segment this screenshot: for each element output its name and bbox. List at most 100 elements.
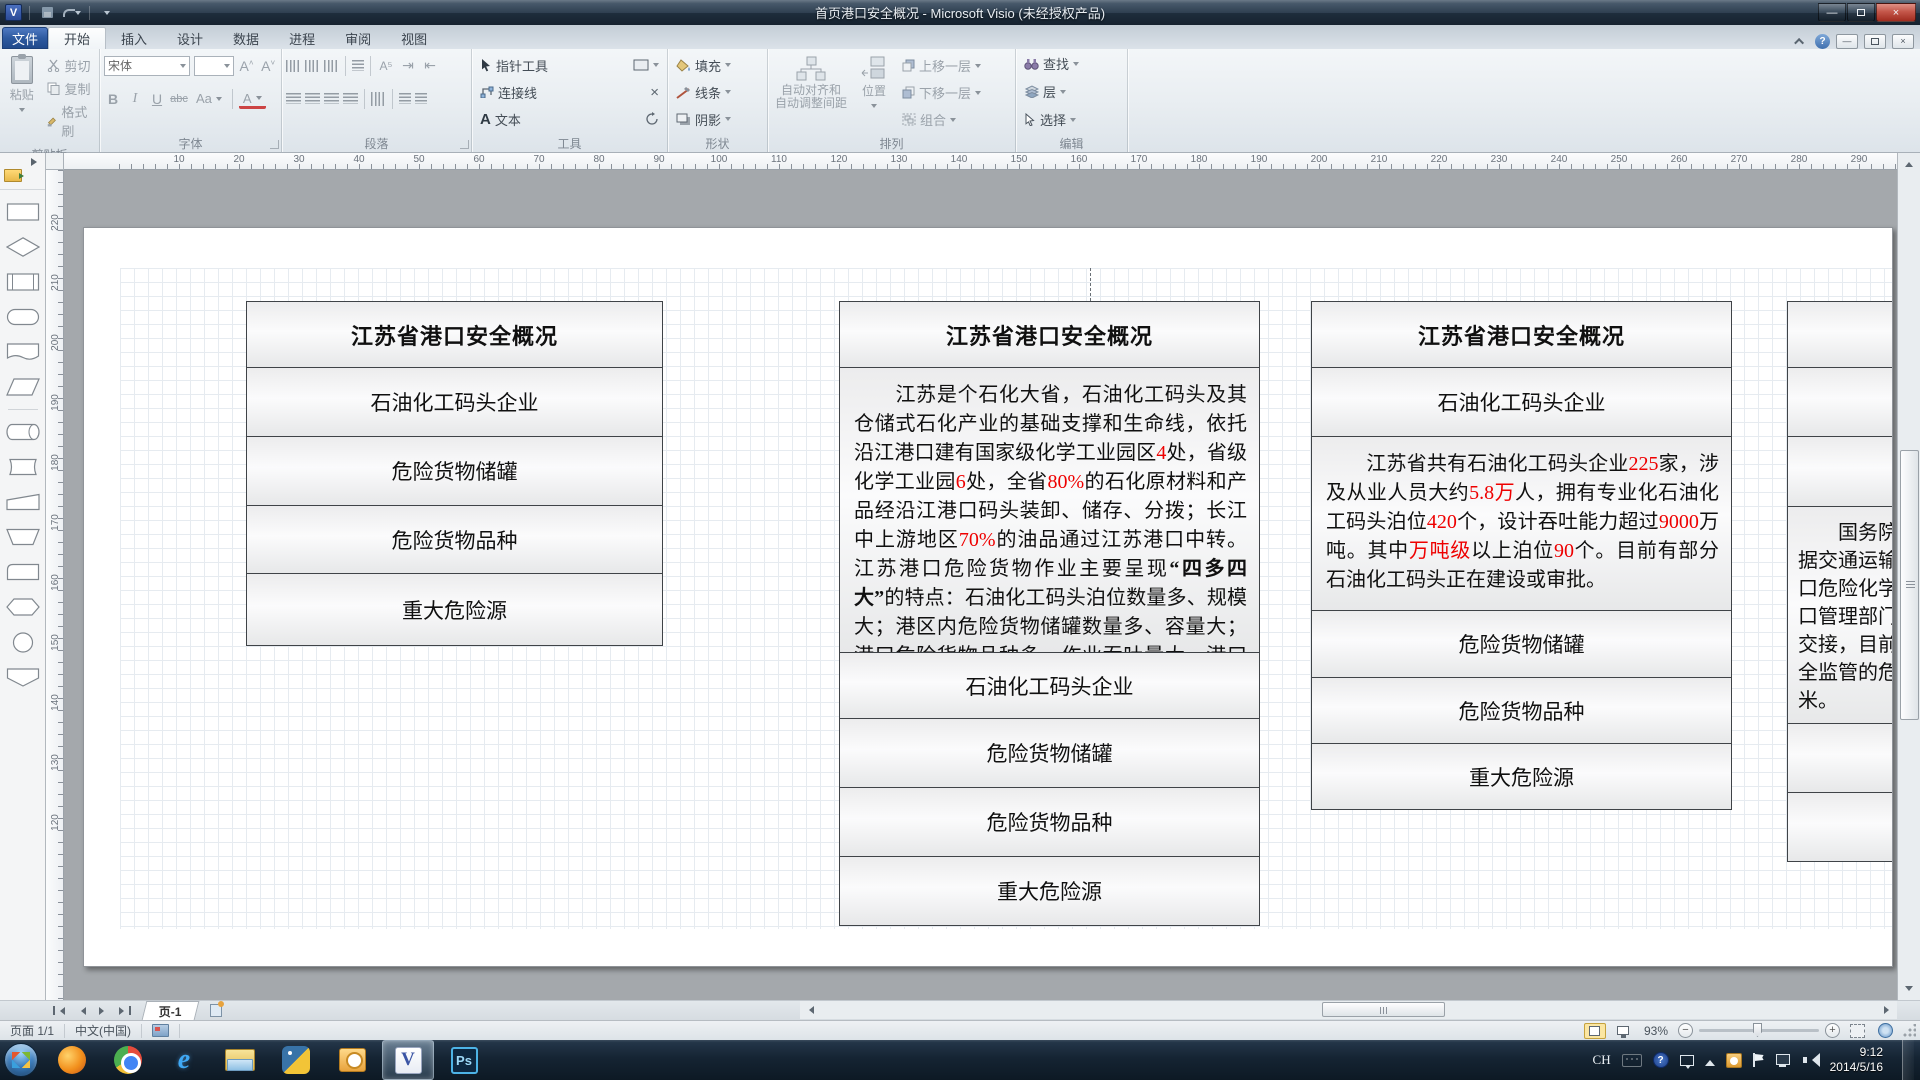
zoom-slider-thumb[interactable] <box>1753 1023 1762 1037</box>
align-right-icon[interactable] <box>324 93 339 104</box>
diagram-title-box[interactable]: 江苏省港口安全概况 <box>246 301 663 368</box>
change-case-button[interactable]: Aa <box>192 89 226 108</box>
find-button[interactable]: 查找 <box>1020 52 1123 75</box>
diagram-label-box[interactable]: 石油化工码头企业 <box>246 367 663 437</box>
diagram-label-box[interactable]: 危险货物储罐 <box>839 718 1260 788</box>
tab-设计[interactable]: 设计 <box>162 27 218 49</box>
pointer-tool-button[interactable]: 指针工具 <box>476 54 552 77</box>
connector-tool-button[interactable]: 连接线 <box>476 81 541 104</box>
grow-font-button[interactable]: A˄ <box>238 58 256 74</box>
diagram-empty-box[interactable] <box>1787 723 1893 793</box>
diagram-label-box[interactable]: 危险货物品种 <box>839 787 1260 857</box>
stencil-shape-corner-rect[interactable] <box>4 559 42 585</box>
doc-minimize-button[interactable]: — <box>1836 34 1858 49</box>
doc-restore-button[interactable] <box>1864 34 1886 49</box>
zoom-slider[interactable] <box>1699 1029 1819 1032</box>
taskbar-clock[interactable]: 9:12 2014/5/16 <box>1830 1045 1883 1075</box>
start-button[interactable] <box>0 1041 42 1079</box>
taskbar-app-visio[interactable]: V <box>382 1040 434 1080</box>
taskbar-app-explorer[interactable] <box>214 1040 266 1080</box>
fullscreen-view-button[interactable] <box>1612 1023 1634 1039</box>
layers-button[interactable]: 层 <box>1020 80 1123 103</box>
stencil-shape-circle[interactable] <box>4 629 42 655</box>
first-page-button[interactable] <box>48 1002 70 1020</box>
align-bottom-icon[interactable] <box>324 60 339 72</box>
visio-app-icon[interactable]: V <box>5 4 22 21</box>
copy-button[interactable]: 复制 <box>43 77 95 100</box>
ime-toolbar-icon[interactable] <box>1680 1055 1694 1066</box>
bring-forward-button[interactable]: 上移一层 <box>898 54 985 77</box>
open-stencil-icon[interactable] <box>4 169 22 182</box>
text-tool-button[interactable]: A 文本 <box>476 108 525 131</box>
align-left-icon[interactable] <box>286 93 301 104</box>
keyboard-icon[interactable] <box>1622 1054 1642 1067</box>
undo-button[interactable] <box>62 4 82 22</box>
expand-stencil-icon[interactable] <box>31 158 41 166</box>
scroll-left-button[interactable] <box>800 1001 818 1019</box>
show-desktop-button[interactable] <box>1902 1040 1914 1080</box>
stencil-shape-rectangle[interactable] <box>4 199 42 225</box>
italic-button[interactable]: I <box>126 91 144 107</box>
tab-数据[interactable]: 数据 <box>218 27 274 49</box>
diagram-text-box[interactable]: 江苏省共有石油化工码头企业225家，涉及从业人员大约5.8万人，拥有专业化石油化… <box>1311 436 1732 611</box>
action-center-icon[interactable] <box>1753 1053 1765 1067</box>
stencil-shape-parallelogram[interactable] <box>4 374 42 400</box>
stencil-shape-pentagon-down[interactable] <box>4 664 42 690</box>
scroll-down-button[interactable] <box>1900 982 1918 999</box>
status-macro-button[interactable] <box>142 1021 179 1040</box>
position-button[interactable]: 位置 <box>854 52 894 135</box>
zoom-out-button[interactable]: − <box>1678 1023 1693 1038</box>
normal-view-button[interactable] <box>1584 1023 1606 1039</box>
status-language[interactable]: 中文(中国) <box>65 1021 141 1040</box>
diagram-label-box[interactable]: 石油化工码头企业 <box>839 652 1260 719</box>
fill-button[interactable]: 填充 <box>672 54 735 77</box>
paste-button[interactable]: 粘贴 <box>4 52 39 146</box>
bold-button[interactable]: B <box>104 91 122 107</box>
align-middle-icon[interactable] <box>305 60 320 72</box>
connection-point-tool-button[interactable]: × <box>646 82 663 103</box>
scroll-up-button[interactable] <box>1900 154 1918 171</box>
align-center-icon[interactable] <box>305 93 320 104</box>
outlook-tray-icon[interactable] <box>1726 1053 1742 1068</box>
diagram-empty-box[interactable] <box>1787 301 1893 368</box>
insert-page-button[interactable] <box>203 1002 229 1020</box>
rectangle-tool-button[interactable] <box>629 57 663 73</box>
stencil-shape-hexagon[interactable] <box>4 594 42 620</box>
stencil-shape-stadium[interactable] <box>4 304 42 330</box>
diagram-label-box[interactable]: 危险货物品种 <box>246 505 663 574</box>
next-page-button[interactable] <box>92 1002 114 1020</box>
character-spacing-button[interactable]: A⁵ <box>377 59 395 73</box>
ime-help-icon[interactable]: ? <box>1653 1052 1669 1068</box>
page-tab[interactable]: 页-1 <box>142 1001 199 1020</box>
send-backward-button[interactable]: 下移一层 <box>898 81 985 104</box>
taskbar-app-python[interactable] <box>270 1040 322 1080</box>
diagram-empty-box[interactable] <box>1787 436 1893 507</box>
diagram-empty-box[interactable] <box>1787 367 1893 437</box>
save-button[interactable] <box>37 4 57 22</box>
zoom-level[interactable]: 93% <box>1644 1024 1668 1038</box>
decrease-indent-icon[interactable] <box>399 93 411 104</box>
font-size-combo[interactable] <box>194 56 233 76</box>
maximize-button[interactable] <box>1847 3 1875 22</box>
help-button[interactable]: ? <box>1815 34 1830 49</box>
taskbar-app-firefox[interactable] <box>46 1040 98 1080</box>
language-indicator[interactable]: CH <box>1593 1052 1611 1068</box>
group-button[interactable]: 组合 <box>898 108 985 131</box>
volume-icon[interactable] <box>1803 1053 1819 1067</box>
bullets-icon[interactable] <box>352 60 364 71</box>
shadow-button[interactable]: 阴影 <box>672 108 735 131</box>
diagram-label-box[interactable]: 重大危险源 <box>1311 743 1732 810</box>
stencil-shape-document[interactable] <box>4 339 42 365</box>
diagram-text-box[interactable]: 国务院新《 据交通运输部和 口危险化学品安 口管理部门与安 交接，目前江苏 全监… <box>1787 506 1893 724</box>
drawing-page[interactable]: 江苏省港口安全概况石油化工码头企业危险货物储罐危险货物品种重大危险源江苏省港口安… <box>83 227 1893 967</box>
vertical-scrollbar[interactable] <box>1897 153 1920 1000</box>
stencil-shape-cylinder[interactable] <box>4 419 42 445</box>
pan-zoom-button[interactable] <box>1874 1023 1896 1039</box>
customize-qat-button[interactable] <box>97 4 117 22</box>
stencil-shape-predefined-process[interactable] <box>4 269 42 295</box>
tab-视图[interactable]: 视图 <box>386 27 442 49</box>
text-direction-rtl-button[interactable]: ⇤ <box>421 57 439 74</box>
taskbar-app-chrome[interactable] <box>102 1040 154 1080</box>
align-justify-icon[interactable] <box>343 93 358 104</box>
minimize-ribbon-button[interactable] <box>1791 33 1809 49</box>
